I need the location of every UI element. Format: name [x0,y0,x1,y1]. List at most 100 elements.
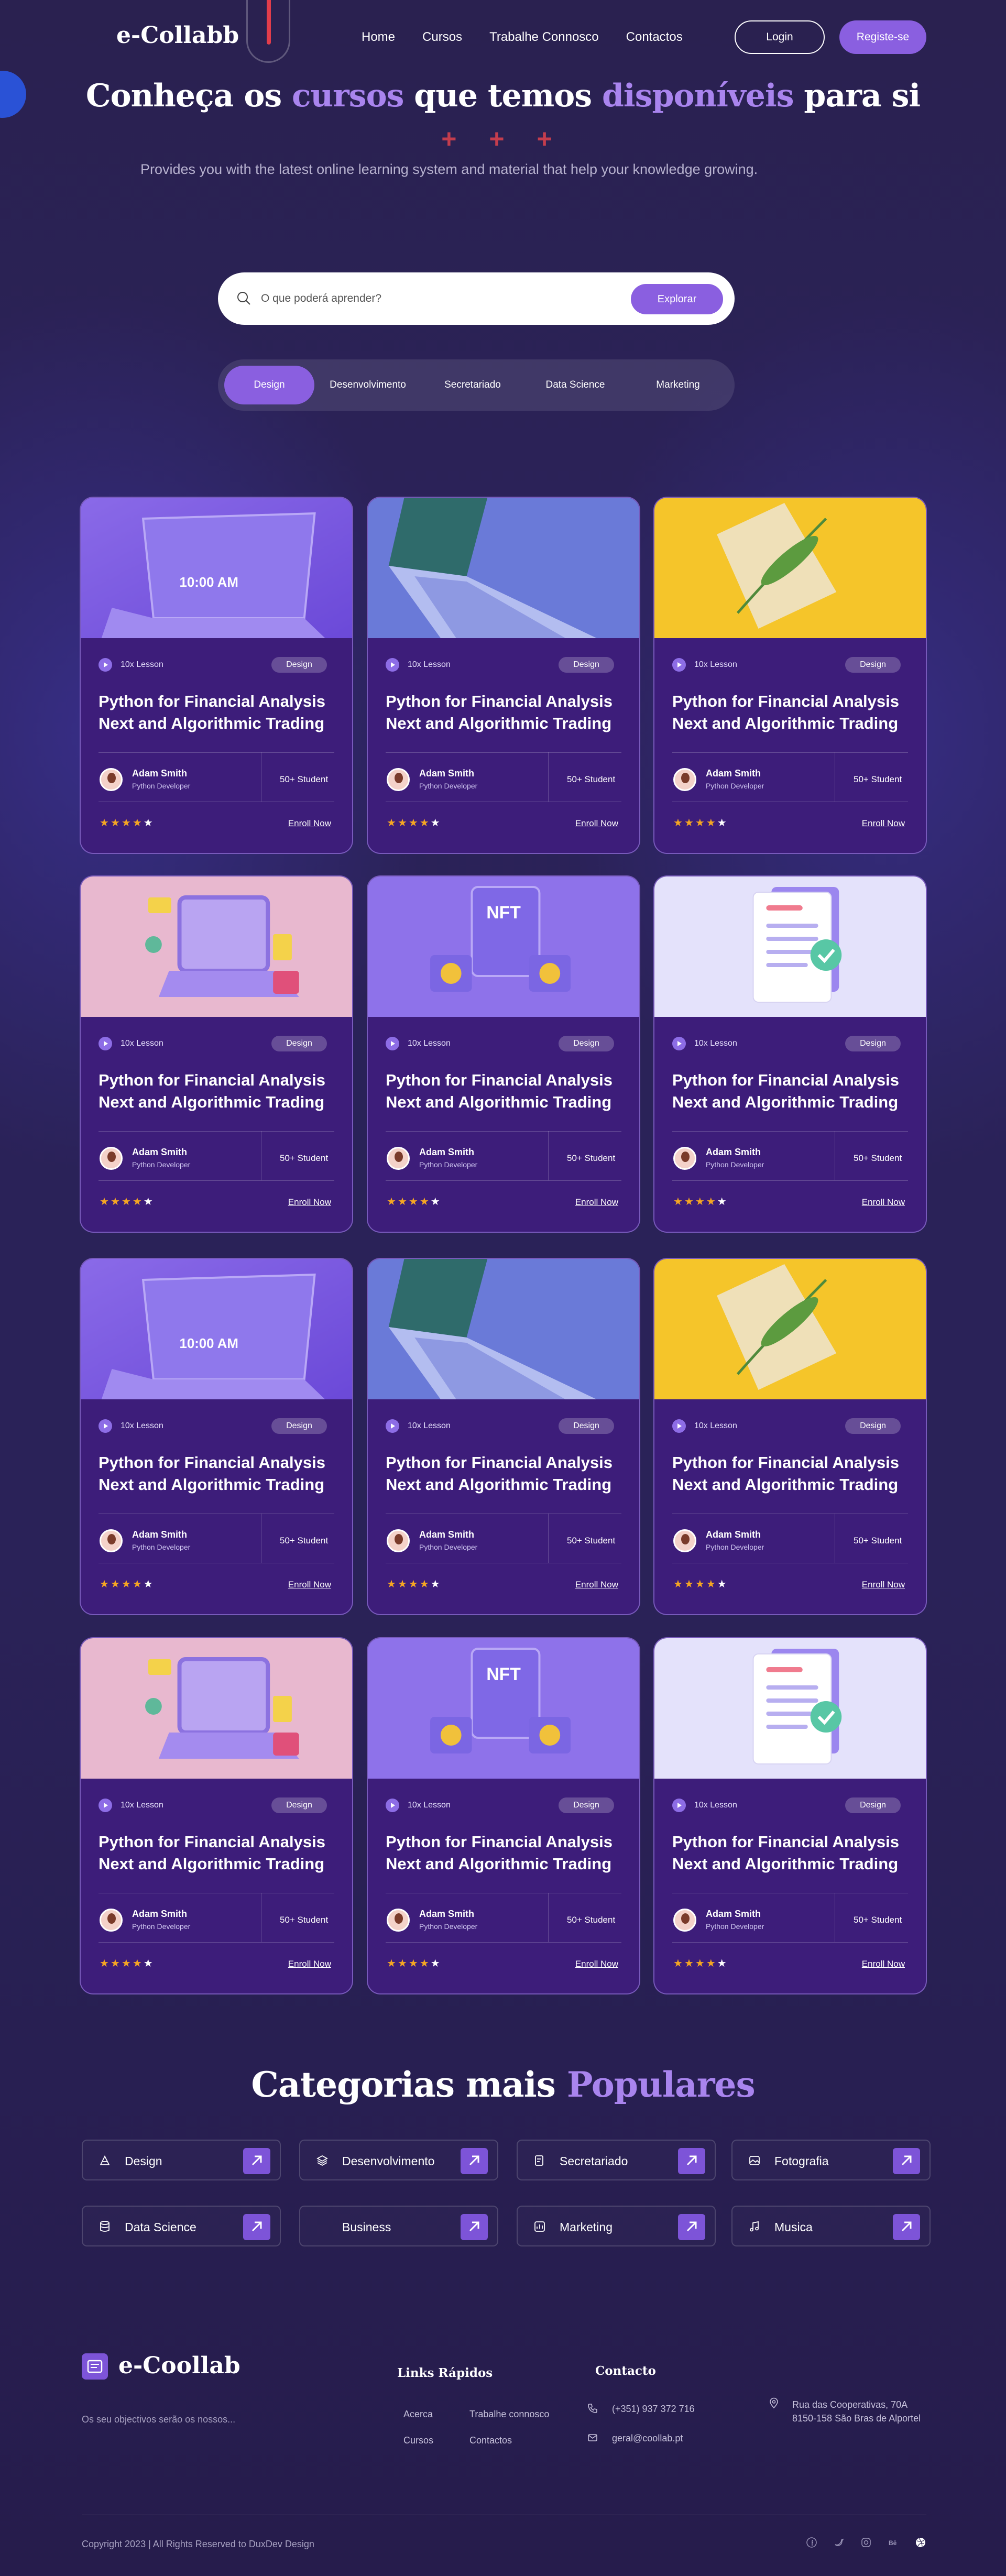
enroll-now-link[interactable]: Enroll Now [862,1959,905,1969]
course-title[interactable]: Python for Financial Analysis Next and A… [386,1452,632,1496]
category-item[interactable]: Fotografia [731,2140,931,2180]
lesson-label: 10x Lesson [694,1801,737,1810]
enroll-now-link[interactable]: Enroll Now [288,1197,331,1208]
nav-link-cursos[interactable]: Cursos [422,30,462,45]
arrow-up-right-icon[interactable] [678,2214,705,2240]
footer-link-cursos[interactable]: Cursos [403,2435,433,2446]
enroll-now-link[interactable]: Enroll Now [575,1580,618,1590]
author-role: Python Developer [419,1922,478,1931]
arrow-up-right-icon[interactable] [243,2214,270,2240]
nav-link-trabalhe-connosco[interactable]: Trabalhe Connosco [489,30,599,45]
twitter-icon[interactable] [833,2537,845,2548]
tab-marketing[interactable]: Marketing [627,366,729,404]
course-title[interactable]: Python for Financial Analysis Next and A… [386,1831,632,1875]
course-card[interactable]: NFT 10x Lesson Design Python for Financi… [367,1637,640,1994]
search-input[interactable] [261,288,575,309]
course-title[interactable]: Python for Financial Analysis Next and A… [672,1452,918,1496]
enroll-now-link[interactable]: Enroll Now [575,818,618,829]
category-item[interactable]: Desenvolvimento [299,2140,498,2180]
tab-secretariado[interactable]: Secretariado [421,366,524,404]
hero-title: Conheça os cursos que temos disponíveis … [0,78,1006,114]
enroll-now-link[interactable]: Enroll Now [288,1580,331,1590]
email-icon [588,2434,597,2441]
star-icon: ★ [695,1579,706,1590]
course-card[interactable]: NFT 10x Lesson Design Python for Financi… [367,875,640,1233]
course-card[interactable]: 10x Lesson Design Python for Financial A… [653,497,927,854]
category-tabs: Design Desenvolvimento Secretariado Data… [218,359,735,411]
category-item[interactable]: Musica [731,2206,931,2246]
course-title[interactable]: Python for Financial Analysis Next and A… [99,690,345,735]
tab-data-science[interactable]: Data Science [524,366,627,404]
divider [386,1942,621,1943]
course-title[interactable]: Python for Financial Analysis Next and A… [99,1452,345,1496]
nav-link-home[interactable]: Home [362,30,395,45]
arrow-up-right-icon[interactable] [461,2214,488,2240]
course-title[interactable]: Python for Financial Analysis Next and A… [386,690,632,735]
course-card[interactable]: 10:00 AM 10x Lesson Design Python for Fi… [80,497,353,854]
course-title[interactable]: Python for Financial Analysis Next and A… [672,1069,918,1113]
course-card[interactable]: 10x Lesson Design Python for Financial A… [367,497,640,854]
svg-text:10:00 AM: 10:00 AM [180,1336,238,1351]
explore-button[interactable]: Explorar [631,284,723,314]
course-card[interactable]: 10x Lesson Design Python for Financial A… [653,1637,927,1994]
category-item[interactable]: Data Science [82,2206,281,2246]
author-role: Python Developer [419,1160,478,1169]
footer-email[interactable]: geral@coollab.pt [612,2433,683,2444]
author-name: Adam Smith [706,1909,761,1919]
star-icon: ★ [430,1196,442,1208]
star-icon: ★ [684,1958,695,1969]
facebook-icon[interactable] [806,2537,817,2548]
course-card[interactable]: 10:00 AM 10x Lesson Design Python for Fi… [80,1258,353,1615]
footer-phone[interactable]: (+351) 937 372 716 [612,2404,695,2415]
star-icon: ★ [132,1958,144,1969]
enroll-now-link[interactable]: Enroll Now [288,818,331,829]
avatar [100,1147,123,1170]
behance-icon[interactable]: Bē [888,2537,899,2548]
category-item[interactable]: Secretariado [517,2140,716,2180]
course-title[interactable]: Python for Financial Analysis Next and A… [99,1069,345,1113]
play-icon [386,1419,399,1433]
course-card[interactable]: 10x Lesson Design Python for Financial A… [367,1258,640,1615]
course-title[interactable]: Python for Financial Analysis Next and A… [386,1069,632,1113]
enroll-now-link[interactable]: Enroll Now [575,1959,618,1969]
author-name: Adam Smith [132,1909,188,1919]
enroll-now-link[interactable]: Enroll Now [575,1197,618,1208]
site-logo[interactable]: e-Collabb [116,22,239,49]
instagram-icon[interactable] [860,2537,872,2548]
footer-logo[interactable]: e-Coollab [118,2352,240,2379]
category-item[interactable]: Marketing [517,2206,716,2246]
arrow-up-right-icon[interactable] [243,2148,270,2174]
tab-desenvolvimento[interactable]: Desenvolvimento [314,366,421,404]
lesson-count: 10x Lesson [672,1799,737,1812]
search-icon [237,292,250,305]
course-title[interactable]: Python for Financial Analysis Next and A… [99,1831,345,1875]
nav-link-contactos[interactable]: Contactos [626,30,683,45]
course-title[interactable]: Python for Financial Analysis Next and A… [672,690,918,735]
course-card[interactable]: 10x Lesson Design Python for Financial A… [653,875,927,1233]
login-button[interactable]: Login [735,20,825,54]
footer-link-trabalhe-connosco[interactable]: Trabalhe connosco [469,2409,549,2420]
footer-link-acerca[interactable]: Acerca [403,2409,433,2420]
enroll-now-link[interactable]: Enroll Now [862,1197,905,1208]
arrow-up-right-icon[interactable] [461,2148,488,2174]
course-card[interactable]: 10x Lesson Design Python for Financial A… [80,875,353,1233]
author-role: Python Developer [706,1543,764,1551]
dribbble-icon[interactable] [915,2537,926,2548]
star-icon: ★ [673,1579,684,1590]
arrow-up-right-icon[interactable] [893,2214,920,2240]
course-card[interactable]: 10x Lesson Design Python for Financial A… [80,1637,353,1994]
arrow-up-right-icon[interactable] [678,2148,705,2174]
star-icon: ★ [684,1579,695,1590]
course-card[interactable]: 10x Lesson Design Python for Financial A… [653,1258,927,1615]
tab-design[interactable]: Design [224,366,314,404]
enroll-now-link[interactable]: Enroll Now [862,818,905,829]
footer-link-contactos[interactable]: Contactos [469,2435,512,2446]
course-title[interactable]: Python for Financial Analysis Next and A… [672,1831,918,1875]
enroll-now-link[interactable]: Enroll Now [288,1959,331,1969]
category-item[interactable]: Business [299,2206,498,2246]
arrow-up-right-icon[interactable] [893,2148,920,2174]
category-item[interactable]: Design [82,2140,281,2180]
star-icon: ★ [110,1579,122,1590]
enroll-now-link[interactable]: Enroll Now [862,1580,905,1590]
register-button[interactable]: Registe-se [839,20,926,54]
